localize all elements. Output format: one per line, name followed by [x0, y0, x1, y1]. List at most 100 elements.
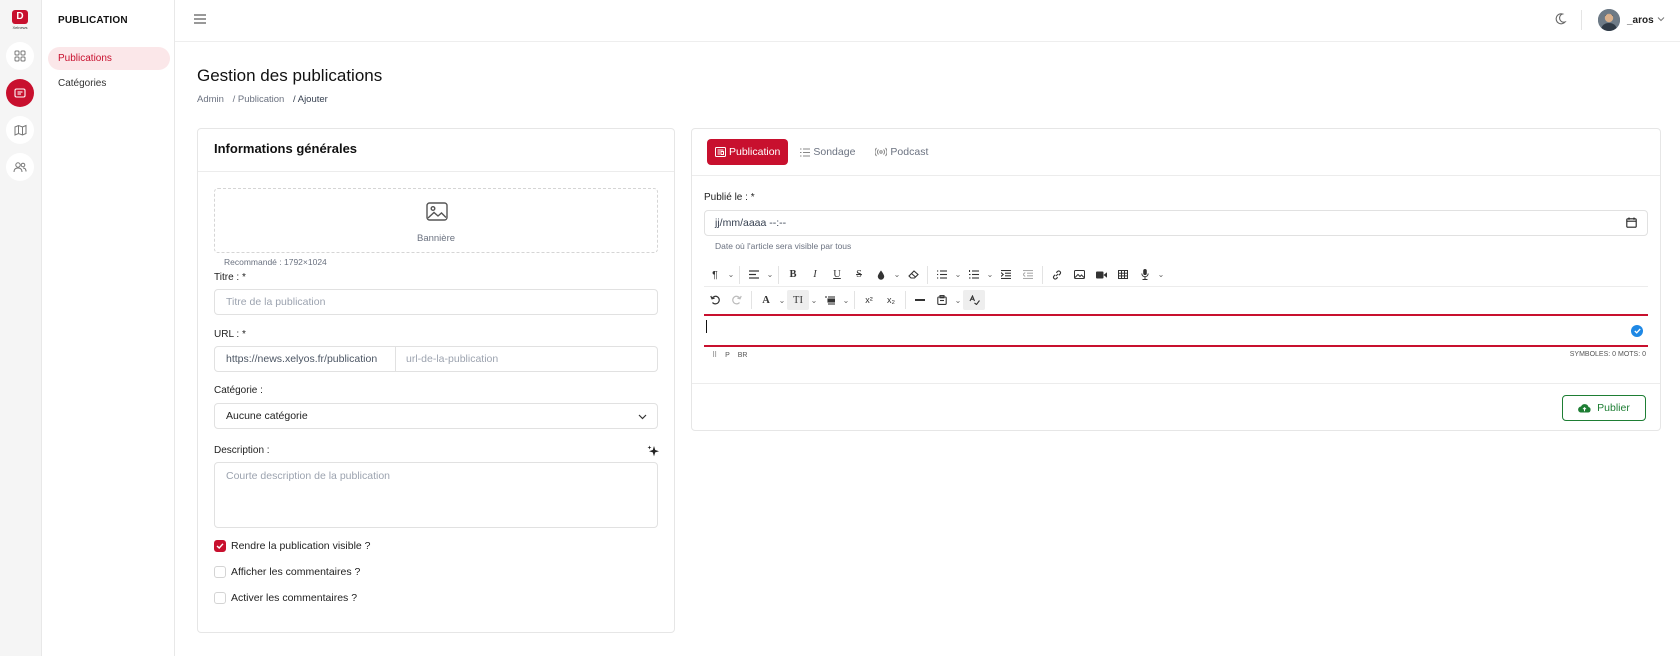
icon-rail: D Xelnews: [0, 0, 42, 656]
newspaper-icon: [715, 147, 726, 157]
underline-button[interactable]: U: [826, 265, 848, 285]
align-dropdown[interactable]: ⌄: [765, 270, 775, 279]
outdent-button[interactable]: [1017, 265, 1039, 285]
redo-button[interactable]: [726, 290, 748, 310]
user-menu-toggle[interactable]: [1657, 14, 1665, 26]
calendar-icon[interactable]: [1626, 217, 1637, 228]
app-logo[interactable]: D Xelnews: [9, 10, 31, 32]
description-textarea[interactable]: Courte description de la publication: [214, 462, 658, 528]
bullet-list-dropdown[interactable]: ⌄: [953, 270, 963, 279]
category-value: Aucune catégorie: [226, 410, 308, 422]
avatar[interactable]: [1598, 9, 1620, 31]
bold-button[interactable]: B: [782, 265, 804, 285]
visible-checkbox-row[interactable]: Rendre la publication visible ?: [214, 540, 371, 552]
font-size-button[interactable]: TI: [787, 290, 809, 310]
check-circle-icon: [1631, 325, 1643, 337]
tab-sondage-label: Sondage: [813, 146, 856, 158]
font-button[interactable]: A: [755, 290, 777, 310]
visible-checkbox[interactable]: [214, 540, 226, 552]
editor-path: ⠿ P BR: [712, 351, 753, 359]
clear-format-button[interactable]: [902, 265, 924, 285]
align-button[interactable]: [743, 265, 765, 285]
path-item-br[interactable]: BR: [738, 352, 748, 359]
tab-publication[interactable]: Publication: [707, 139, 789, 165]
chevron-down-icon: ⌄: [954, 295, 962, 305]
color-dropdown[interactable]: ⌄: [892, 270, 902, 279]
paste-dropdown[interactable]: ⌄: [953, 296, 963, 305]
url-slug-input[interactable]: url-de-la-publication: [395, 346, 658, 372]
clipboard-icon: [937, 295, 947, 305]
insert-video-button[interactable]: [1090, 265, 1112, 285]
italic-button[interactable]: I: [804, 265, 826, 285]
path-grip-icon: ⠿: [712, 352, 718, 359]
sidebar-item-publications[interactable]: Publications: [48, 47, 170, 70]
menu-toggle-button[interactable]: [194, 14, 206, 27]
bullet-list-button[interactable]: [931, 265, 953, 285]
content-type-tabs: Publication Sondage Podcast: [707, 139, 940, 165]
sidebar-item-categories[interactable]: Catégories: [48, 72, 170, 95]
strikethrough-button[interactable]: S: [848, 265, 870, 285]
horizontal-rule-button[interactable]: [909, 290, 931, 310]
insert-table-button[interactable]: [1112, 265, 1134, 285]
image-icon: [1073, 270, 1085, 279]
insert-image-button[interactable]: [1068, 265, 1090, 285]
category-select[interactable]: Aucune catégorie: [214, 403, 658, 429]
font-size-icon: TI: [793, 294, 803, 306]
subscript-button[interactable]: x₂: [880, 290, 902, 310]
cloud-upload-icon: [1578, 404, 1591, 413]
broadcast-icon: [875, 147, 888, 157]
show-comments-checkbox-row[interactable]: Afficher les commentaires ?: [214, 566, 360, 578]
superscript-icon: x²: [865, 295, 873, 305]
microphone-button[interactable]: [1134, 265, 1156, 285]
font-size-dropdown[interactable]: ⌄: [809, 296, 819, 305]
chevron-down-icon: ⌄: [893, 270, 901, 279]
theme-toggle-button[interactable]: [1553, 12, 1567, 29]
bold-icon: B: [789, 269, 797, 280]
rail-publication-button[interactable]: [6, 79, 34, 107]
rail-users-button[interactable]: [6, 153, 34, 181]
rail-map-button[interactable]: [6, 116, 34, 144]
color-button[interactable]: [870, 265, 892, 285]
spellcheck-button[interactable]: [963, 290, 985, 310]
tab-sondage[interactable]: Sondage: [792, 139, 863, 165]
link-button[interactable]: [1046, 265, 1068, 285]
microphone-dropdown[interactable]: ⌄: [1156, 270, 1166, 279]
line-height-button[interactable]: [819, 290, 841, 310]
indent-button[interactable]: [995, 265, 1017, 285]
section-title: PUBLICATION: [58, 15, 128, 26]
published-date-hint: Date où l'article sera visible par tous: [715, 241, 852, 251]
banner-upload[interactable]: Bannière: [214, 188, 658, 253]
enable-comments-checkbox[interactable]: [214, 592, 226, 604]
enable-comments-checkbox-row[interactable]: Activer les commentaires ?: [214, 592, 357, 604]
chevron-down-icon: ⌄: [778, 295, 786, 305]
editor-toolbar-row-2: A ⌄ TI ⌄ ⌄ x² x₂ ⌄: [704, 288, 1648, 312]
banner-recommendation: Recommandé : 1792×1024: [224, 257, 327, 267]
numbered-list-dropdown[interactable]: ⌄: [985, 270, 995, 279]
username[interactable]: _aros: [1627, 15, 1654, 26]
content-editor[interactable]: [704, 314, 1648, 347]
publish-button[interactable]: Publier: [1562, 395, 1646, 421]
toolbar-separator: [739, 265, 740, 284]
numbered-list-button[interactable]: [963, 265, 985, 285]
rail-dashboard-button[interactable]: [6, 42, 34, 70]
breadcrumb-admin[interactable]: Admin: [197, 94, 224, 105]
font-dropdown[interactable]: ⌄: [777, 296, 787, 305]
paragraph-button[interactable]: ¶: [704, 265, 726, 285]
chevron-down-icon: ⌄: [1157, 270, 1165, 279]
superscript-button[interactable]: x²: [858, 290, 880, 310]
title-input[interactable]: Titre de la publication: [214, 289, 658, 315]
logo-mark: D: [12, 10, 28, 24]
line-height-dropdown[interactable]: ⌄: [841, 296, 851, 305]
list-icon: [800, 148, 811, 156]
breadcrumb-publication[interactable]: / Publication: [233, 94, 285, 105]
undo-button[interactable]: [704, 290, 726, 310]
show-comments-checkbox[interactable]: [214, 566, 226, 578]
published-date-label: Publié le : *: [704, 192, 755, 203]
tab-podcast[interactable]: Podcast: [867, 139, 936, 165]
chevron-down-icon: ⌄: [810, 295, 818, 305]
paragraph-dropdown[interactable]: ⌄: [726, 270, 736, 279]
path-item-p[interactable]: P: [725, 352, 730, 359]
paste-button[interactable]: [931, 290, 953, 310]
ai-sparkle-icon[interactable]: [647, 445, 660, 458]
published-date-input[interactable]: jj/mm/aaaa --:--: [704, 210, 1648, 236]
